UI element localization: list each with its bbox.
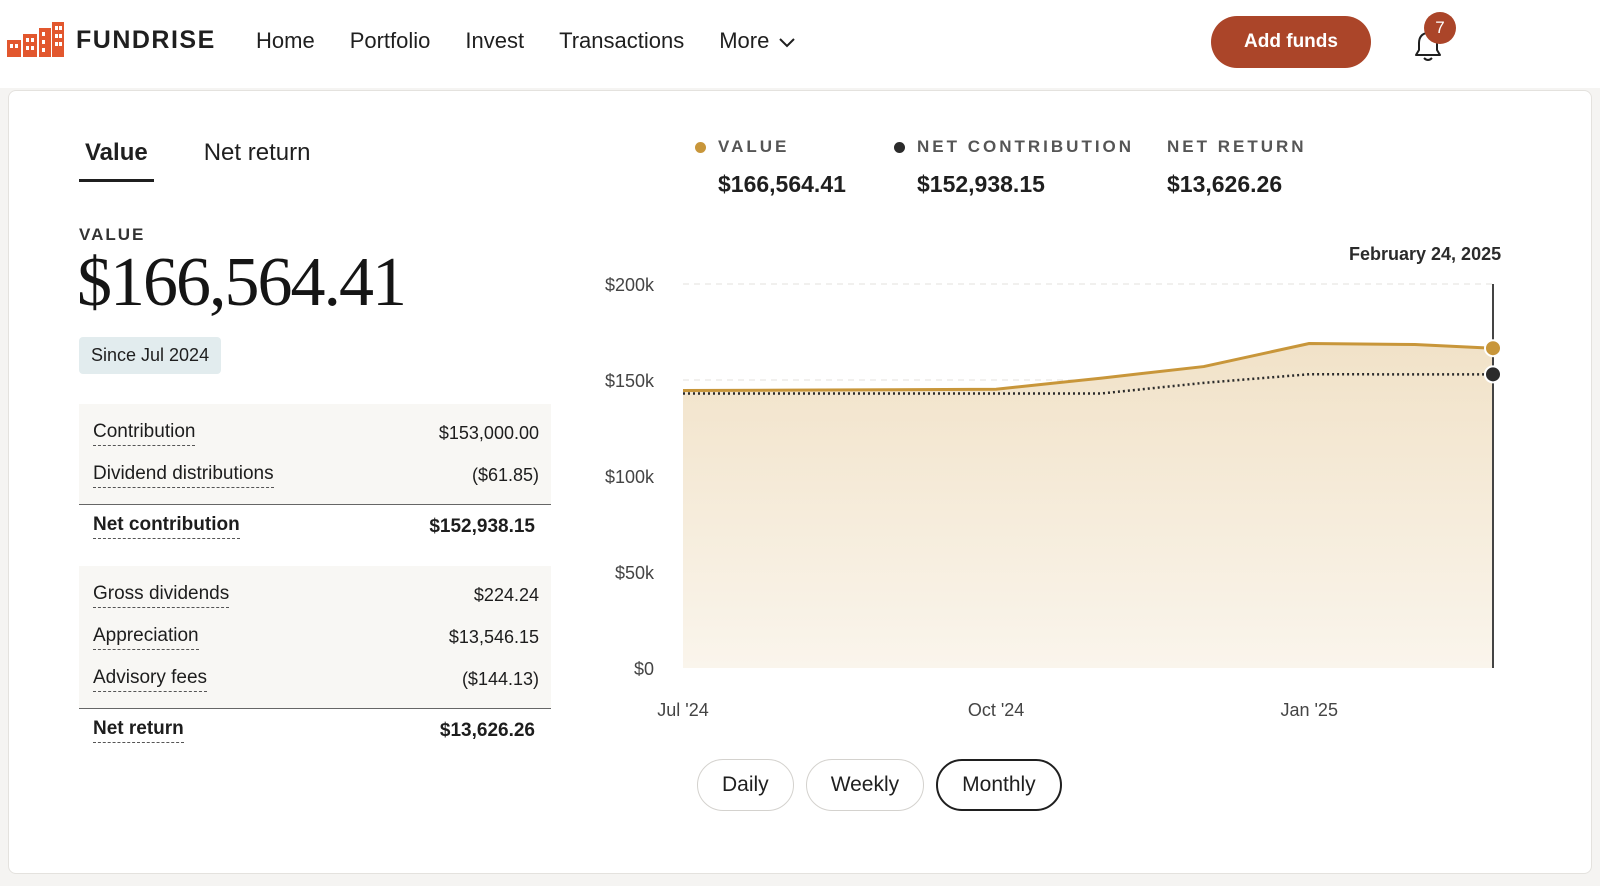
nav-invest-label: Invest	[465, 28, 525, 53]
period-monthly-button[interactable]: Monthly	[936, 759, 1062, 811]
fundrise-logo[interactable]: FUNDRISE	[6, 20, 216, 60]
add-funds-button[interactable]: Add funds	[1211, 16, 1371, 68]
period-daily-button[interactable]: Daily	[697, 759, 794, 811]
notification-badge: 7	[1424, 12, 1456, 44]
brand-name: FUNDRISE	[76, 25, 216, 54]
y-tick-label: $200k	[605, 275, 655, 295]
nav-transactions-label: Transactions	[559, 28, 685, 53]
y-tick-label: $100k	[605, 467, 655, 487]
y-tick-label: $150k	[605, 371, 655, 391]
x-tick-label: Jan '25	[1280, 700, 1337, 720]
nav-home[interactable]: Home	[256, 28, 315, 54]
main-nav: Home Portfolio Invest Transactions More	[256, 28, 830, 54]
nav-portfolio[interactable]: Portfolio	[350, 28, 431, 54]
value-end-marker	[1484, 339, 1502, 358]
nav-more-label: More	[719, 28, 770, 53]
y-tick-label: $0	[634, 659, 654, 679]
nav-transactions[interactable]: Transactions	[559, 28, 684, 54]
portfolio-card: Value Net return VALUE $166,564.41 Since…	[8, 90, 1592, 874]
x-tick-label: Oct '24	[968, 700, 1024, 720]
fundrise-logo-icon	[7, 22, 64, 57]
net-contribution-end-marker	[1484, 365, 1502, 384]
value-chart[interactable]: $0 $50k $100k $150k $200k Jul '24 Oct '24 Jan '…	[9, 91, 1593, 751]
y-tick-label: $50k	[615, 563, 655, 583]
period-weekly-button[interactable]: Weekly	[805, 759, 925, 811]
x-tick-label: Jul '24	[657, 700, 708, 720]
nav-portfolio-label: Portfolio	[349, 28, 431, 53]
top-header: FUNDRISE Home Portfolio Invest Transacti…	[0, 0, 1600, 88]
nav-invest[interactable]: Invest	[465, 28, 524, 54]
nav-more[interactable]: More	[719, 28, 796, 54]
period-selector: Daily Weekly Monthly	[697, 759, 1074, 811]
chevron-down-icon	[779, 28, 796, 54]
nav-home-label: Home	[256, 28, 315, 53]
